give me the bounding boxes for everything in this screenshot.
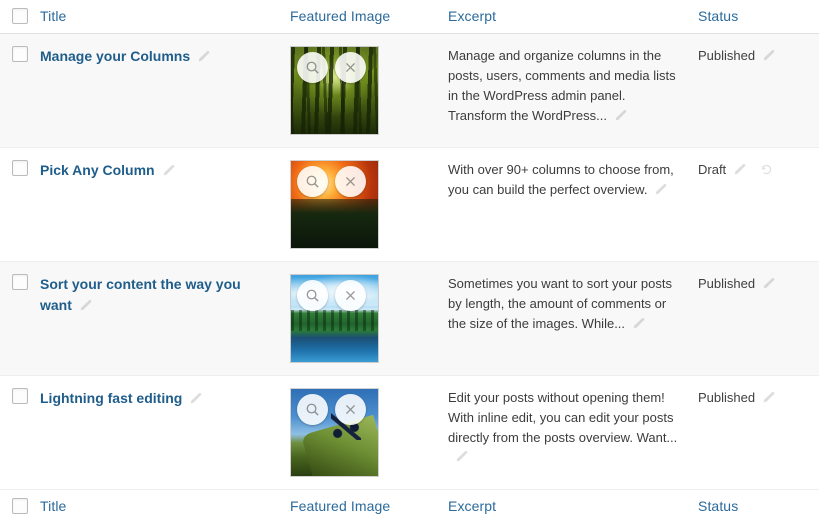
row-cell-excerpt: Manage and organize columns in the posts… xyxy=(448,34,698,148)
table-footer: Title Featured Image Excerpt Status xyxy=(0,490,819,523)
status-value: Published xyxy=(698,276,755,291)
row-checkbox-wrap xyxy=(0,160,40,176)
header-cell-status: Status xyxy=(698,0,819,34)
column-header-excerpt[interactable]: Excerpt xyxy=(448,8,496,24)
post-title-link[interactable]: Sort your content the way you want xyxy=(40,276,241,313)
header-cell-excerpt: Excerpt xyxy=(448,0,698,34)
row-cell-checkbox xyxy=(0,148,40,262)
footer-cell-status: Status xyxy=(698,490,819,523)
row-cell-checkbox xyxy=(0,34,40,148)
footer-cell-title: Title xyxy=(40,490,290,523)
row-cell-title: Lightning fast editing xyxy=(40,376,290,490)
thumbnail-actions xyxy=(297,52,366,83)
row-cell-checkbox xyxy=(0,262,40,376)
row-select-checkbox[interactable] xyxy=(12,160,28,176)
status-value: Published xyxy=(698,48,755,63)
post-title-link[interactable]: Pick Any Column xyxy=(40,162,155,178)
row-cell-status: Published xyxy=(698,376,819,490)
row-select-checkbox[interactable] xyxy=(12,388,28,404)
featured-image-thumbnail[interactable] xyxy=(290,160,379,249)
header-cell-title: Title xyxy=(40,0,290,34)
row-cell-featured-image xyxy=(290,376,448,490)
close-icon[interactable] xyxy=(335,52,366,83)
pencil-icon[interactable] xyxy=(654,183,667,196)
close-icon[interactable] xyxy=(335,394,366,425)
thumbnail-actions xyxy=(297,166,366,197)
row-select-checkbox[interactable] xyxy=(12,46,28,62)
footer-cell-featured-image: Featured Image xyxy=(290,490,448,523)
row-checkbox-wrap xyxy=(0,388,40,404)
pencil-icon[interactable] xyxy=(197,50,210,63)
select-all-wrap xyxy=(0,8,40,24)
table-row: Manage your Columns Manage and xyxy=(0,34,819,148)
header-row: Title Featured Image Excerpt Status xyxy=(0,0,819,34)
row-cell-excerpt: Edit your posts without opening them! Wi… xyxy=(448,376,698,490)
magnifier-icon[interactable] xyxy=(297,394,328,425)
row-cell-title: Sort your content the way you want xyxy=(40,262,290,376)
thumbnail-actions xyxy=(297,280,366,311)
table-row: Pick Any Column With over 90+ c xyxy=(0,148,819,262)
pencil-icon[interactable] xyxy=(762,277,775,290)
magnifier-icon[interactable] xyxy=(297,280,328,311)
pencil-icon[interactable] xyxy=(762,49,775,62)
header-cell-checkbox xyxy=(0,0,40,34)
excerpt-text: With over 90+ columns to choose from, yo… xyxy=(448,162,674,197)
excerpt-text: Edit your posts without opening them! Wi… xyxy=(448,390,677,445)
pencil-icon[interactable] xyxy=(632,317,645,330)
pencil-icon[interactable] xyxy=(79,299,92,312)
excerpt-text: Manage and organize columns in the posts… xyxy=(448,48,676,123)
row-cell-status: Draft xyxy=(698,148,819,262)
column-header-status[interactable]: Status xyxy=(698,8,738,24)
row-cell-excerpt: With over 90+ columns to choose from, yo… xyxy=(448,148,698,262)
header-cell-featured-image: Featured Image xyxy=(290,0,448,34)
status-value: Draft xyxy=(698,162,726,177)
pencil-icon[interactable] xyxy=(162,164,175,177)
row-cell-checkbox xyxy=(0,376,40,490)
status-value: Published xyxy=(698,390,755,405)
row-cell-featured-image xyxy=(290,262,448,376)
table-row: Sort your content the way you want xyxy=(0,262,819,376)
row-select-checkbox[interactable] xyxy=(12,274,28,290)
row-cell-featured-image xyxy=(290,148,448,262)
row-cell-title: Manage your Columns xyxy=(40,34,290,148)
pencil-icon[interactable] xyxy=(455,450,468,463)
pencil-icon[interactable] xyxy=(733,163,746,176)
row-cell-excerpt: Sometimes you want to sort your posts by… xyxy=(448,262,698,376)
row-cell-title: Pick Any Column xyxy=(40,148,290,262)
pencil-icon[interactable] xyxy=(189,392,202,405)
column-header-featured-image[interactable]: Featured Image xyxy=(290,8,390,24)
footer-cell-checkbox xyxy=(0,490,40,523)
post-title-link[interactable]: Manage your Columns xyxy=(40,48,190,64)
thumbnail-actions xyxy=(297,394,366,425)
table-body: Manage your Columns Manage and xyxy=(0,34,819,490)
magnifier-icon[interactable] xyxy=(297,52,328,83)
table-header: Title Featured Image Excerpt Status xyxy=(0,0,819,34)
pencil-icon[interactable] xyxy=(614,109,627,122)
row-cell-featured-image xyxy=(290,34,448,148)
magnifier-icon[interactable] xyxy=(297,166,328,197)
pencil-icon[interactable] xyxy=(762,391,775,404)
close-icon[interactable] xyxy=(335,166,366,197)
featured-image-thumbnail[interactable] xyxy=(290,46,379,135)
row-checkbox-wrap xyxy=(0,46,40,62)
undo-icon[interactable] xyxy=(760,163,773,176)
posts-list-table: Title Featured Image Excerpt Status Mana… xyxy=(0,0,819,523)
featured-image-thumbnail[interactable] xyxy=(290,388,379,477)
footer-row: Title Featured Image Excerpt Status xyxy=(0,490,819,523)
select-all-checkbox-header[interactable] xyxy=(12,8,28,24)
column-header-title[interactable]: Title xyxy=(40,8,66,24)
footer-cell-excerpt: Excerpt xyxy=(448,490,698,523)
post-title-link[interactable]: Lightning fast editing xyxy=(40,390,182,406)
row-checkbox-wrap xyxy=(0,274,40,290)
row-cell-status: Published xyxy=(698,34,819,148)
table-row: Lightning fast editing Edit you xyxy=(0,376,819,490)
featured-image-thumbnail[interactable] xyxy=(290,274,379,363)
close-icon[interactable] xyxy=(335,280,366,311)
row-cell-status: Published xyxy=(698,262,819,376)
